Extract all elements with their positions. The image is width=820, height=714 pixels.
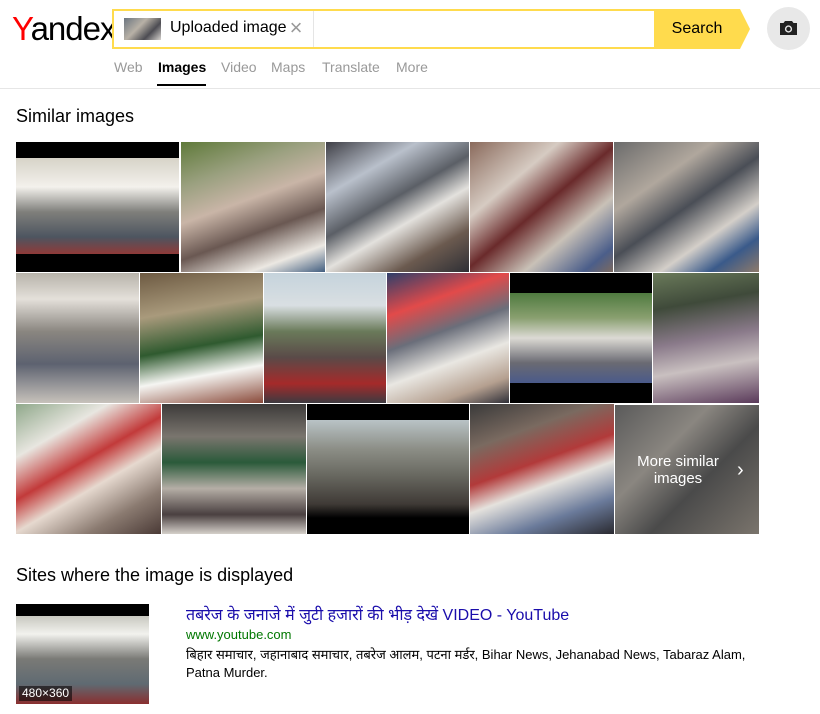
- result-title-link[interactable]: तबरेज के जनाजे में जुटी हजारों की भीड़ द…: [186, 603, 569, 625]
- logo-letter-y: Y: [12, 10, 32, 47]
- similar-image-thumb[interactable]: [326, 142, 469, 272]
- camera-icon: [780, 21, 797, 35]
- close-icon[interactable]: ×: [287, 17, 305, 39]
- result-url[interactable]: www.youtube.com: [186, 627, 292, 642]
- uploaded-image-thumbnail: [124, 18, 161, 40]
- similar-image-thumb[interactable]: [162, 404, 306, 534]
- similar-images-heading: Similar images: [16, 106, 135, 126]
- search-input-frame[interactable]: Uploaded image ×: [112, 9, 654, 49]
- header-divider: [0, 88, 820, 89]
- tab-web[interactable]: Web: [114, 59, 143, 75]
- search-bar: Uploaded image × Search: [112, 9, 750, 49]
- similar-image-thumb[interactable]: [181, 142, 325, 272]
- search-button-arrow: [740, 9, 750, 49]
- similar-image-thumb[interactable]: [387, 273, 509, 403]
- uploaded-image-label: Uploaded image: [170, 19, 287, 36]
- tab-maps[interactable]: Maps: [271, 59, 305, 75]
- result-thumbnail[interactable]: 480×360: [16, 604, 149, 704]
- tab-translate[interactable]: Translate: [322, 59, 380, 75]
- similar-image-thumb[interactable]: [307, 404, 469, 534]
- camera-button[interactable]: [767, 7, 810, 50]
- similar-image-thumb[interactable]: [16, 142, 179, 272]
- similar-image-thumb[interactable]: [140, 273, 263, 403]
- search-button[interactable]: Search: [654, 9, 740, 49]
- similar-image-thumb[interactable]: [16, 404, 161, 534]
- more-similar-images-button[interactable]: More similar images ›: [615, 405, 759, 534]
- similar-image-thumb[interactable]: [510, 273, 652, 403]
- active-tab-underline: [157, 84, 206, 86]
- chip-divider: [313, 11, 314, 47]
- thumbnail-dimensions: 480×360: [19, 686, 73, 701]
- similar-image-thumb[interactable]: [470, 142, 613, 272]
- tab-more[interactable]: More: [396, 59, 428, 75]
- chevron-right-icon: ›: [737, 459, 744, 481]
- similar-image-thumb[interactable]: [653, 273, 759, 403]
- similar-image-thumb[interactable]: [614, 142, 759, 272]
- logo-rest: andex: [30, 10, 117, 47]
- similar-image-thumb[interactable]: [264, 273, 386, 403]
- result-description: बिहार समाचार, जहानाबाद समाचार, तबरेज आलम…: [186, 647, 746, 680]
- similar-image-thumb[interactable]: [470, 404, 614, 534]
- sites-heading: Sites where the image is displayed: [16, 565, 294, 585]
- more-similar-images-label: More similar images: [637, 453, 719, 487]
- yandex-logo[interactable]: Yandex: [12, 9, 117, 49]
- tab-video[interactable]: Video: [221, 59, 257, 75]
- similar-image-thumb[interactable]: [16, 273, 139, 403]
- tab-images[interactable]: Images: [158, 59, 206, 75]
